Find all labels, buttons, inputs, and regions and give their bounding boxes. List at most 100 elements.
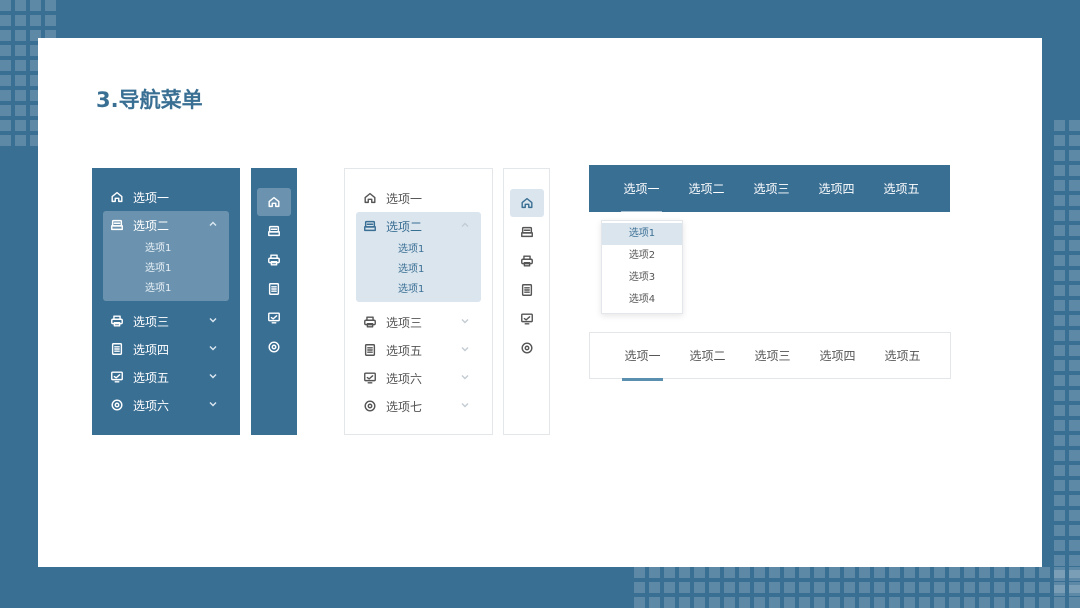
chevron-down-icon[interactable] [208,370,222,384]
decor-tile [919,582,930,593]
chevron-down-icon[interactable] [208,314,222,328]
rail-button-inbox[interactable] [257,217,291,245]
decor-tile [1054,210,1065,221]
tab-option-4[interactable]: 选项四 [804,180,869,197]
menu-item-option-2[interactable]: 选项二 [356,212,481,240]
menu-item-label: 选项七 [386,399,423,414]
active-tab-underline [621,211,662,214]
decor-tile [979,597,990,608]
rail-button-monitor[interactable] [257,304,291,332]
decor-tile [799,582,810,593]
submenu-item[interactable]: 选项1 [103,259,229,279]
settings-icon [520,341,534,355]
menu-item-option-7[interactable]: 选项七 [345,392,492,420]
document-icon [520,283,534,297]
menu-item-option-6[interactable]: 选项六 [92,391,240,419]
menu-item-option-5[interactable]: 选项五 [345,336,492,364]
rail-button-settings[interactable] [257,333,291,361]
chevron-down-icon[interactable] [460,371,474,385]
decor-tile [1054,597,1065,608]
menu-item-option-2[interactable]: 选项二 [103,211,229,239]
rail-button-inbox[interactable] [510,218,544,246]
rail-button-settings[interactable] [510,334,544,362]
decor-tile [1054,375,1065,386]
decor-tile [1009,597,1020,608]
rail-button-monitor[interactable] [510,305,544,333]
decor-tile [15,30,26,41]
chevron-down-icon[interactable] [208,342,222,356]
inbox-icon [110,218,124,232]
menu-item-option-3[interactable]: 选项三 [345,308,492,336]
decor-tile [694,567,705,578]
submenu-item[interactable]: 选项1 [356,280,481,300]
tab-option-2[interactable]: 选项二 [674,180,739,197]
decor-tile [0,105,11,116]
decor-tile [859,597,870,608]
menu-item-option-4[interactable]: 选项四 [92,335,240,363]
menu-item-option-1[interactable]: 选项一 [92,183,240,211]
rail-button-document[interactable] [257,275,291,303]
tab-option-3[interactable]: 选项三 [740,347,805,364]
decor-tile [844,597,855,608]
active-tab-underline [622,378,663,381]
decor-tile [784,582,795,593]
chevron-down-icon[interactable] [208,398,222,412]
tab-option-4[interactable]: 选项四 [805,347,870,364]
decor-tile [709,597,720,608]
tab-option-5[interactable]: 选项五 [869,180,934,197]
tab-option-1[interactable]: 选项一 [609,180,674,214]
decor-tile [664,597,675,608]
decor-tile [649,597,660,608]
tab-option-1[interactable]: 选项一 [610,347,675,381]
tab-option-2[interactable]: 选项二 [675,347,740,364]
submenu-item[interactable]: 选项1 [103,239,229,259]
slide: 3.导航菜单 选项一 选项二 选项1 选项1 选项1 选项三 选项四 选项五 选… [0,0,1080,608]
submenu-item[interactable]: 选项1 [356,240,481,260]
decor-tile [1054,360,1065,371]
menu-item-label: 选项二 [386,219,423,234]
chevron-down-icon[interactable] [460,399,474,413]
chevron-up-icon[interactable] [460,219,474,233]
decor-tile [1069,375,1080,386]
decor-tile [1069,465,1080,476]
dropdown-item[interactable]: 选项1 [602,223,682,245]
decor-tile [0,30,11,41]
menu-item-option-5[interactable]: 选项五 [92,363,240,391]
dropdown-item[interactable]: 选项2 [602,245,682,267]
decor-tile [1009,567,1020,578]
submenu-expanded: 选项二 选项1 选项1 选项1 [356,212,481,302]
tab-option-5[interactable]: 选项五 [870,347,935,364]
decor-tile [15,105,26,116]
rail-button-document[interactable] [510,276,544,304]
tab-label: 选项三 [753,182,790,196]
decor-tile [1069,510,1080,521]
decor-tile [1054,285,1065,296]
decor-tile [1054,240,1065,251]
menu-item-option-3[interactable]: 选项三 [92,307,240,335]
menu-item-option-1[interactable]: 选项一 [345,184,492,212]
decor-tile [0,75,11,86]
rail-button-printer[interactable] [257,246,291,274]
submenu-item[interactable]: 选项1 [103,279,229,299]
decor-tile [1054,150,1065,161]
rail-button-printer[interactable] [510,247,544,275]
rail-button-home[interactable] [509,189,544,217]
decor-tile [934,567,945,578]
decor-tile [829,597,840,608]
submenu-item[interactable]: 选项1 [356,260,481,280]
rail-button-home[interactable] [257,188,291,216]
dropdown-item[interactable]: 选项4 [602,289,682,311]
chevron-up-icon[interactable] [208,218,222,232]
document-icon [267,282,281,296]
decor-tile [15,135,26,146]
chevron-down-icon[interactable] [460,343,474,357]
menu-item-option-6[interactable]: 选项六 [345,364,492,392]
tab-option-3[interactable]: 选项三 [739,180,804,197]
decor-tile [0,90,11,101]
document-icon [110,342,124,356]
decor-tile [1069,360,1080,371]
decor-tile [1069,165,1080,176]
decor-tile [739,597,750,608]
chevron-down-icon[interactable] [460,315,474,329]
dropdown-item[interactable]: 选项3 [602,267,682,289]
